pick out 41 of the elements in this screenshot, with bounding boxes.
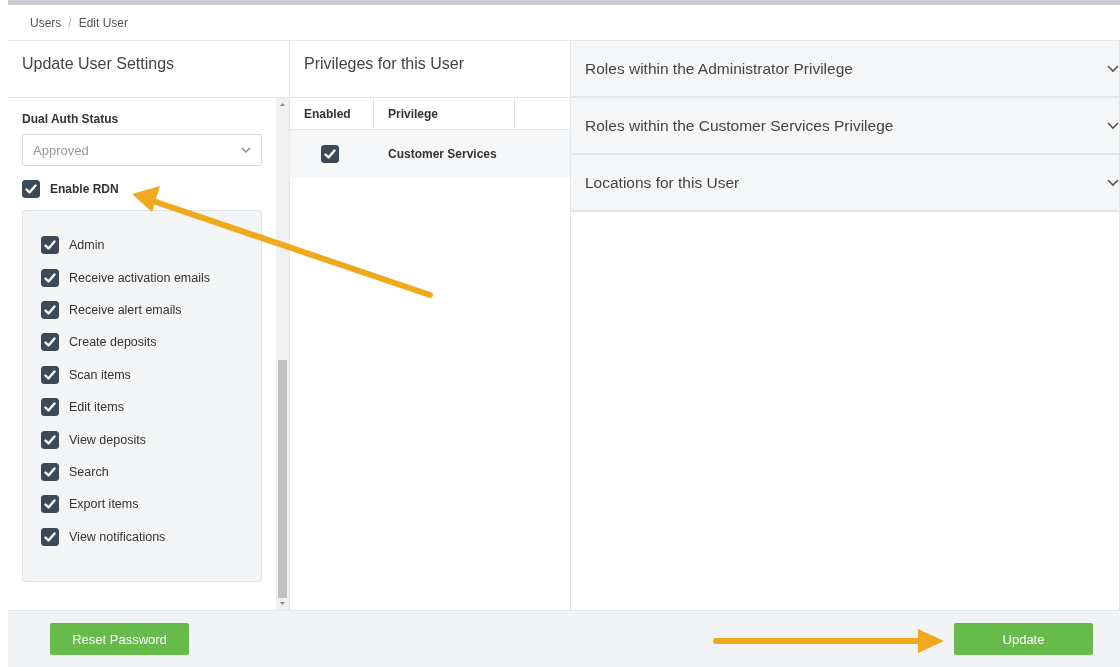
column-header: Enabled xyxy=(290,98,374,129)
table-row[interactable]: Customer Services xyxy=(290,130,570,178)
checkbox[interactable] xyxy=(41,462,59,481)
accordion-header[interactable]: Roles within the Customer Services Privilege xyxy=(571,98,1119,155)
checkbox[interactable] xyxy=(22,180,40,198)
checkbox-label: View notifications xyxy=(69,529,166,544)
chevron-down-icon xyxy=(1107,178,1119,187)
field-label: Dual Auth Status xyxy=(22,112,120,126)
checkbox-label: Export items xyxy=(69,497,139,512)
panel-title: Update User Settings xyxy=(8,41,289,98)
checkbox-label: Create deposits xyxy=(69,335,157,350)
accordion-header[interactable]: Locations for this User xyxy=(571,155,1119,212)
checkbox[interactable] xyxy=(41,236,59,255)
checkbox[interactable] xyxy=(41,365,59,384)
checkbox[interactable] xyxy=(321,145,339,163)
checkbox-label: Receive activation emails xyxy=(69,270,211,285)
panel-title: Privileges for this User xyxy=(290,41,570,98)
column-header: Privilege xyxy=(374,98,515,129)
checkbox[interactable] xyxy=(41,398,59,417)
checkbox[interactable] xyxy=(41,300,59,319)
checkbox-label: Edit items xyxy=(69,400,124,415)
checkbox-label: Receive alert emails xyxy=(69,302,182,317)
checkbox-label: View deposits xyxy=(69,432,146,447)
breadcrumb-link[interactable]: Users xyxy=(30,15,62,30)
chevron-down-icon xyxy=(1107,121,1119,130)
checkbox[interactable] xyxy=(41,333,59,352)
checkbox[interactable] xyxy=(41,495,59,514)
checkbox-label: Enable RDN xyxy=(50,182,119,196)
scrollbar[interactable] xyxy=(276,98,289,610)
accordion-header[interactable]: Roles within the Administrator Privilege xyxy=(571,41,1119,98)
checkbox[interactable] xyxy=(41,268,59,287)
checkbox[interactable] xyxy=(41,430,59,449)
checkbox-label: Admin xyxy=(69,238,105,253)
checkbox-label: Scan items xyxy=(69,367,131,382)
checkbox[interactable] xyxy=(41,527,59,546)
chevron-down-icon xyxy=(1107,64,1119,73)
breadcrumb-separator: / xyxy=(68,15,72,30)
table-cell-text: Customer Services xyxy=(387,146,498,163)
chevron-down-icon xyxy=(241,147,251,153)
breadcrumb-link[interactable]: Edit User xyxy=(78,15,129,30)
checkbox-label: Search xyxy=(69,464,109,479)
